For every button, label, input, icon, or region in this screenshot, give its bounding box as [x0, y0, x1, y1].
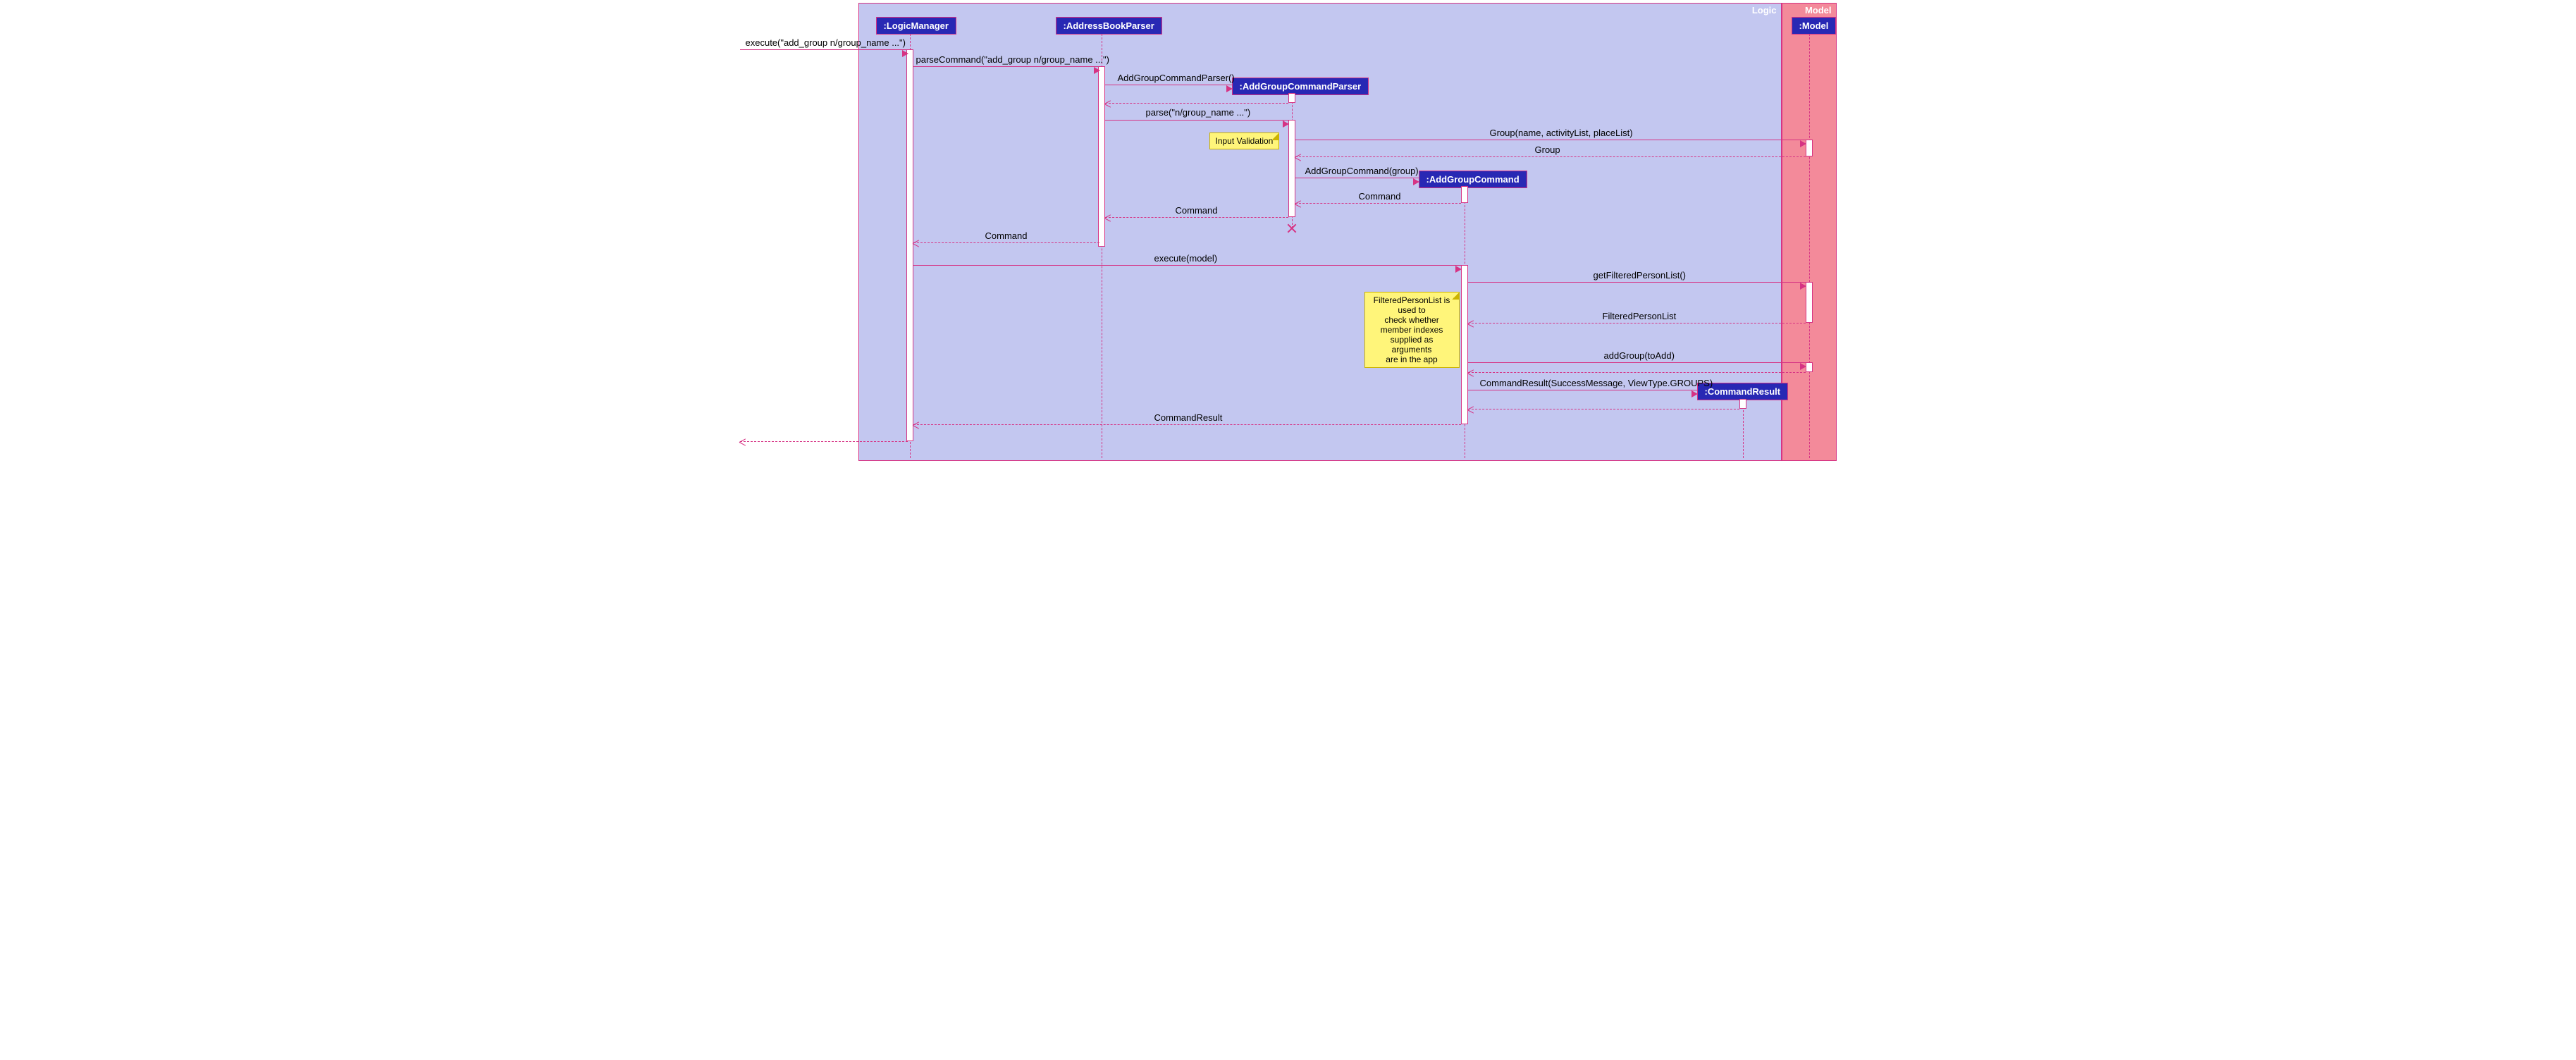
msg-parse: parse("n/group_name ..."): [1146, 107, 1251, 119]
note-filtered: FilteredPersonList is used to check whet…: [1364, 292, 1460, 368]
arrow-execute: [740, 49, 908, 50]
arrow-addgroup-return: [1468, 372, 1806, 373]
note-filtered-text: FilteredPersonList is used to check whet…: [1371, 295, 1453, 364]
parser-ctor-activation: [1288, 93, 1295, 103]
msg-filtered-return: FilteredPersonList: [1603, 311, 1677, 323]
model-group-activation: [1806, 140, 1813, 156]
msg-command-return1: Command: [1359, 191, 1401, 203]
arrow-command-return2: [1105, 217, 1288, 218]
msg-execute: execute("add_group n/group_name ..."): [746, 37, 906, 49]
model-label: Model: [1805, 5, 1832, 16]
arrow-execute-model: [913, 265, 1461, 266]
parser-destroy-icon: [1286, 223, 1298, 234]
msg-parsecommand: parseCommand("add_group n/group_name ...…: [916, 54, 1109, 66]
arrow-parse: [1105, 120, 1288, 121]
arrow-command-return1: [1295, 203, 1461, 204]
arrow-get-filtered: [1468, 282, 1806, 283]
msg-get-filtered: getFilteredPersonList(): [1594, 270, 1687, 282]
arrow-group-return: [1295, 156, 1806, 157]
addgroupcommandparser-head: :AddGroupCommandParser: [1232, 78, 1369, 95]
addressbookparser-head: :AddressBookParser: [1056, 17, 1162, 35]
arrow-addgroup: [1468, 362, 1806, 363]
note-input-validation-text: Input Validation: [1216, 136, 1274, 146]
msg-newcommand: AddGroupCommand(group): [1305, 166, 1419, 178]
addgroupcommand-head: :AddGroupCommand: [1419, 171, 1527, 188]
logicmanager-head: :LogicManager: [876, 17, 956, 35]
model-addgroup-activation: [1806, 362, 1813, 372]
msg-addgroup: addGroup(toAdd): [1604, 350, 1675, 362]
msg-command-return3: Command: [985, 230, 1028, 242]
msg-result-return: CommandResult: [1154, 412, 1223, 424]
arrow-parsecommand: [913, 66, 1099, 67]
msg-command-return2: Command: [1176, 205, 1218, 217]
model-filtered-activation: [1806, 282, 1813, 323]
model-head: :Model: [1792, 17, 1837, 35]
msg-group-return: Group: [1535, 144, 1560, 156]
arrow-command-return3: [913, 242, 1099, 243]
logic-label: Logic: [1752, 5, 1777, 16]
msg-group-ctor: Group(name, activityList, placeList): [1490, 128, 1633, 140]
arrow-out-return: [740, 441, 908, 442]
command-exec-activation: [1461, 265, 1468, 424]
model-lifeline: [1809, 34, 1810, 458]
msg-execute-model: execute(model): [1154, 253, 1218, 265]
arrow-result-return: [913, 424, 1461, 425]
sequence-diagram: Logic Model :LogicManager :AddressBookPa…: [739, 0, 1838, 465]
arrow-newparser-return: [1105, 103, 1288, 104]
msg-newparser: AddGroupCommandParser(): [1118, 73, 1235, 85]
command-ctor-activation: [1461, 186, 1468, 203]
note-input-validation: Input Validation: [1209, 132, 1280, 149]
commandresult-activation: [1739, 399, 1746, 409]
msg-newresult: CommandResult(SuccessMessage, ViewType.G…: [1480, 378, 1713, 390]
